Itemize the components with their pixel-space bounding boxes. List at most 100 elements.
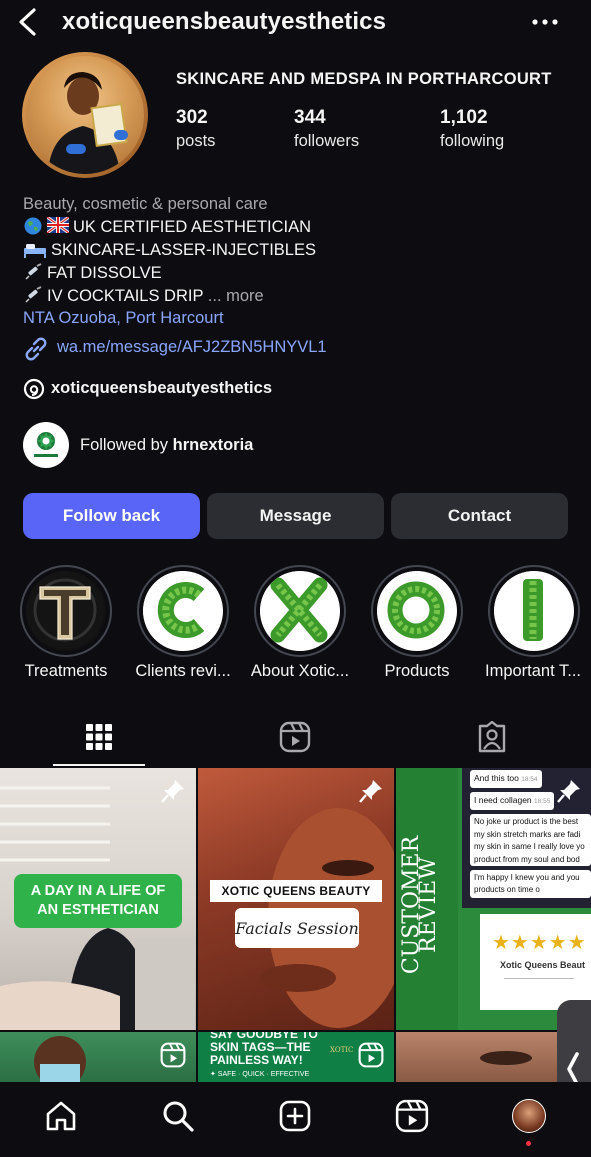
review-card: ★★★★★ Xotic Queens Beaut (480, 914, 591, 1010)
search-icon (163, 1101, 194, 1132)
following-count-value: 1,102 (440, 107, 488, 128)
tagged-person-icon (478, 721, 506, 753)
tab-tagged[interactable] (452, 715, 532, 759)
more-options-button[interactable] (528, 10, 562, 34)
grid-icon (86, 724, 112, 750)
review-brand: Xotic Queens Beaut (500, 960, 586, 970)
bio-line: FAT DISSOLVE (23, 262, 162, 285)
post-tile[interactable] (0, 1032, 196, 1082)
pin-icon (359, 780, 382, 803)
bio-more-prefix: ... (203, 287, 227, 305)
post-tile[interactable]: CUSTOMER REVIEW And this too 18:54 I nee… (396, 768, 591, 1030)
highlight-label: Treatments (24, 662, 108, 680)
following-count[interactable]: 1,102 following (440, 106, 504, 152)
profile-photo (48, 72, 128, 174)
reels-icon (279, 721, 311, 753)
post-caption-badge: A DAY IN A LIFE OF AN ESTHETICIAN (14, 874, 182, 928)
highlight-important[interactable] (488, 565, 580, 657)
post-subtitle-banner: Facials Session (235, 908, 359, 948)
chat-bubble: No joke ur product is the best my skin s… (470, 814, 591, 866)
back-button[interactable] (14, 6, 44, 38)
bio-text: SKINCARE-LASSER-INJECTIBLES (51, 241, 316, 259)
chat-bubble: I need collagen 18:55 (470, 792, 554, 810)
nav-search[interactable] (158, 1096, 198, 1136)
post-tile[interactable]: XOTIC QUEENS BEAUTY Facials Session (198, 768, 394, 1030)
chat-bubble: I'm happy I knew you and you products on… (470, 870, 591, 898)
highlight-cover-c (143, 571, 223, 651)
contact-button[interactable]: Contact (391, 493, 568, 539)
profile-location[interactable]: NTA Ozuoba, Port Harcourt (23, 307, 224, 330)
more-horizontal-icon (532, 19, 558, 25)
posts-count-value: 302 (176, 107, 208, 128)
chat-bubble: And this too 18:54 (470, 770, 542, 788)
bio-line: UK CERTIFIED AESTHETICIAN (23, 216, 311, 239)
profile-avatar[interactable] (22, 52, 148, 178)
bio-line: SKINCARE-LASSER-INJECTIBLES (23, 239, 316, 262)
review-vertical-title: CUSTOMER REVIEW (399, 815, 441, 995)
bio-line: IV COCKTAILS DRIP ... more (23, 285, 264, 308)
following-count-label: following (440, 132, 505, 150)
reels-icon (358, 1042, 384, 1068)
post-headline-line: PAINLESS WAY! (210, 1053, 303, 1067)
threads-icon (23, 378, 45, 400)
highlight-cover-t (26, 571, 106, 651)
nav-create[interactable] (275, 1096, 315, 1136)
reels-icon (160, 1042, 186, 1068)
followers-count-label: followers (294, 132, 360, 150)
globe-emoji-icon (23, 217, 43, 235)
review-divider (504, 978, 574, 979)
post-headline: SAY GOODBYE TO SKIN TAGS—THE PAINLESS WA… (210, 1032, 318, 1067)
followers-count[interactable]: 344 followers (294, 106, 359, 152)
nav-reels[interactable] (392, 1096, 432, 1136)
home-icon (46, 1101, 76, 1131)
message-button[interactable]: Message (207, 493, 384, 539)
pin-icon (557, 780, 580, 803)
post-caption-line: A DAY IN A LIFE OF (30, 883, 166, 899)
post-title-banner: XOTIC QUEENS BEAUTY (210, 880, 382, 902)
uk-flag-emoji-icon (47, 217, 69, 235)
follow-back-button[interactable]: Follow back (23, 493, 200, 539)
link-icon (25, 337, 47, 361)
bio-text: UK CERTIFIED AESTHETICIAN (73, 218, 312, 236)
pin-icon (161, 780, 184, 803)
highlight-clients-reviews[interactable] (137, 565, 229, 657)
post-brand: XOTIC (330, 1046, 354, 1054)
tab-posts-grid[interactable] (59, 715, 139, 759)
post-tile[interactable]: SAY GOODBYE TO SKIN TAGS—THE PAINLESS WA… (198, 1032, 394, 1082)
highlight-label: Important T... (485, 662, 581, 680)
bio-text: FAT DISSOLVE (47, 264, 162, 282)
highlight-treatments[interactable] (20, 565, 112, 657)
followed-by-username[interactable]: hrnextoria (173, 436, 254, 454)
highlight-label: About Xotic... (250, 662, 350, 680)
posts-count[interactable]: 302 posts (176, 106, 215, 152)
bio-text: IV COCKTAILS DRIP (47, 287, 204, 305)
chevron-left-icon (19, 8, 36, 36)
post-tile[interactable]: A DAY IN A LIFE OF AN ESTHETICIAN (0, 768, 196, 1030)
profile-link-text: wa.me/message/AFJ2ZBN5HNYVL1 (57, 338, 327, 356)
chat-time: 18:54 (521, 776, 538, 783)
highlight-label: Products (384, 662, 450, 680)
followed-by-avatar (23, 422, 69, 468)
highlight-cover-i (494, 571, 574, 651)
highlight-about-xotic[interactable] (254, 565, 346, 657)
tab-reels[interactable] (255, 715, 335, 759)
highlight-products[interactable] (371, 565, 463, 657)
bed-emoji-icon (23, 240, 47, 258)
profile-avatar-icon (512, 1099, 546, 1133)
bio-more-link[interactable]: more (226, 287, 264, 305)
highlight-cover-o (377, 571, 457, 651)
reels-icon (395, 1099, 429, 1133)
post-footer: ✦ SAFE · QUICK · EFFECTIVE (210, 1071, 310, 1078)
review-stars: ★★★★★ (492, 932, 587, 954)
plus-square-icon (279, 1100, 311, 1132)
followers-count-value: 344 (294, 107, 326, 128)
highlight-label: Clients revi... (135, 662, 231, 680)
profile-category: Beauty, cosmetic & personal care (23, 195, 268, 213)
nav-profile[interactable] (509, 1096, 549, 1136)
syringe-emoji-icon (23, 263, 43, 281)
followed-by-text: Followed by hrnextoria (80, 436, 253, 455)
notification-dot (526, 1141, 531, 1146)
threads-handle: xoticqueensbeautyesthetics (51, 379, 272, 397)
profile-display-name: SKINCARE AND MEDSPA IN PORTHARCOURT (176, 70, 552, 88)
nav-home[interactable] (41, 1096, 81, 1136)
